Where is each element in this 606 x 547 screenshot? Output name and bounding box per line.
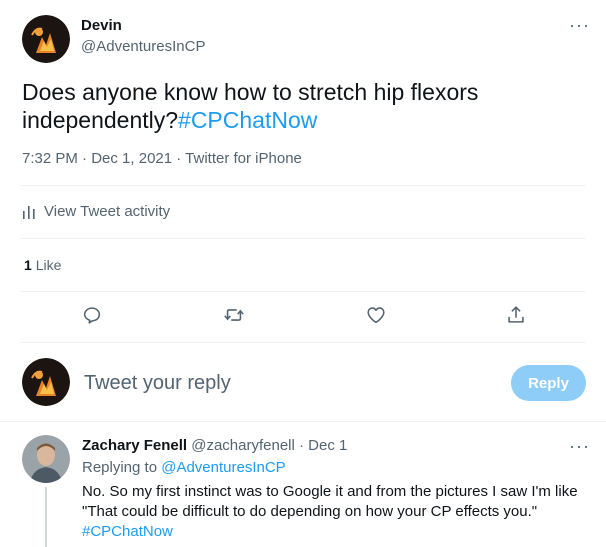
tweet-source[interactable]: Twitter for iPhone [185, 150, 302, 167]
view-activity-link[interactable]: View Tweet activity [22, 203, 170, 220]
divider [20, 238, 586, 239]
reply-author-handle[interactable]: @zacharyfenell [191, 437, 295, 454]
divider [20, 342, 586, 343]
reply-body: No. So my first instinct was to Google i… [82, 483, 578, 520]
reply-icon[interactable] [74, 297, 110, 333]
meta-separator: · [77, 150, 92, 167]
reply-button[interactable]: Reply [511, 365, 586, 401]
divider [20, 291, 586, 292]
reply-separator: · [294, 437, 309, 454]
author-avatar[interactable] [22, 15, 70, 63]
meta-separator: · [172, 150, 186, 167]
more-icon[interactable]: ··· [569, 437, 590, 455]
likes-summary[interactable]: 1 Like [24, 257, 61, 273]
author-handle[interactable]: @AdventuresInCP [81, 38, 205, 55]
tweet-time[interactable]: 7:32 PM [22, 150, 78, 167]
likes-count: 1 [24, 257, 32, 273]
author-name[interactable]: Devin [81, 17, 122, 34]
reply-header: Zachary Fenell @zacharyfenell · Dec 1 [82, 437, 347, 454]
tweet-meta: 7:32 PM · Dec 1, 2021 · Twitter for iPho… [22, 150, 302, 167]
heart-icon[interactable] [358, 297, 394, 333]
replying-to: Replying to @AdventuresInCP [82, 459, 286, 476]
replying-to-handle[interactable]: @AdventuresInCP [161, 459, 285, 476]
compose-avatar[interactable] [22, 358, 70, 406]
tweet-date[interactable]: Dec 1, 2021 [91, 150, 172, 167]
likes-label: Like [35, 257, 62, 273]
replying-to-prefix: Replying to [82, 459, 162, 476]
bar-chart-icon [22, 204, 36, 220]
more-icon[interactable]: ··· [569, 16, 590, 34]
divider [0, 421, 606, 422]
reply-input[interactable]: Tweet your reply [84, 372, 494, 395]
tweet-hashtag[interactable]: #CPChatNow [178, 107, 317, 133]
retweet-icon[interactable] [216, 297, 252, 333]
reply-text: No. So my first instinct was to Google i… [82, 482, 592, 542]
reply-date[interactable]: Dec 1 [308, 437, 347, 454]
view-activity-label: View Tweet activity [44, 203, 171, 220]
reply-thread-line [45, 487, 47, 547]
tweet-text: Does anyone know how to stretch hip flex… [22, 78, 542, 134]
divider [20, 185, 586, 186]
share-icon[interactable] [498, 297, 534, 333]
reply-author-name[interactable]: Zachary Fenell [82, 437, 187, 454]
reply-hashtag[interactable]: #CPChatNow [82, 523, 173, 540]
reply-author-avatar[interactable] [22, 435, 70, 483]
